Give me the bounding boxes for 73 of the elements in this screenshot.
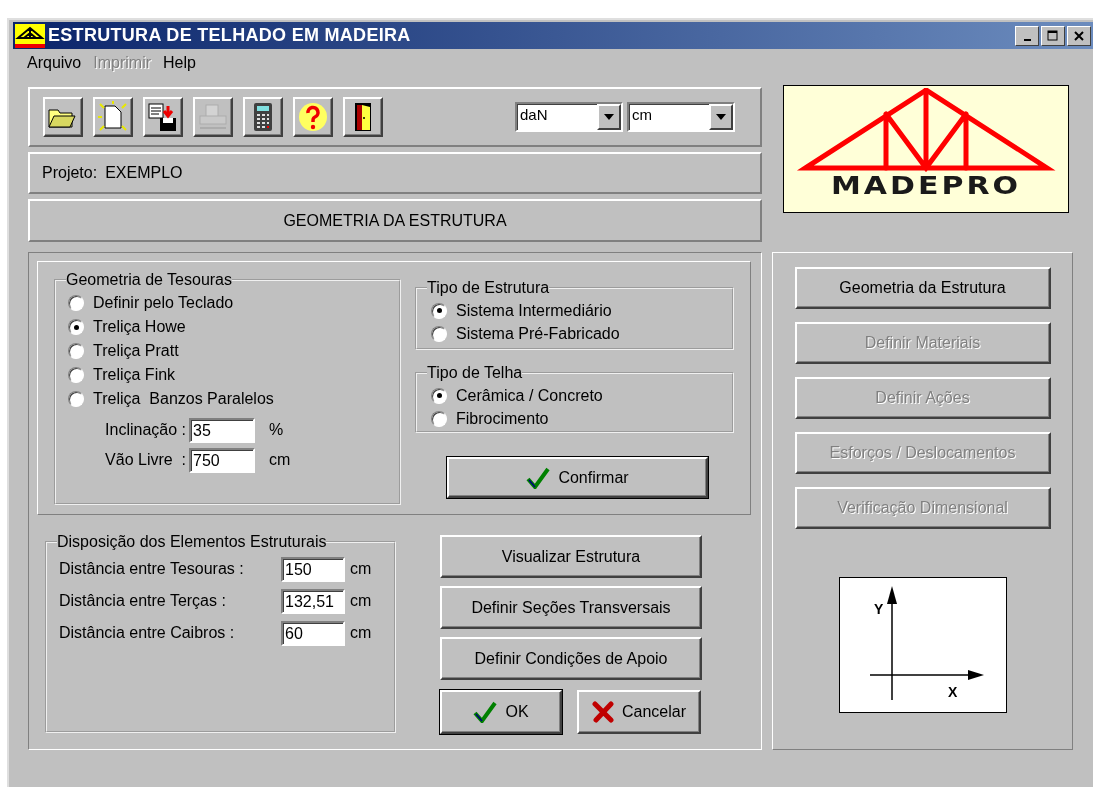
input-field[interactable]: 60 <box>281 620 345 646</box>
radio-button[interactable] <box>431 410 447 427</box>
group-title: Tipo de Telha <box>427 364 523 382</box>
action-button[interactable]: Definir Seções Transversais <box>440 586 702 629</box>
menu-item[interactable]: Arquivo <box>23 54 90 72</box>
ok-button[interactable]: OK <box>440 690 562 734</box>
toolbar-button[interactable] <box>143 97 183 137</box>
radio-button[interactable] <box>68 319 84 335</box>
checkmark-icon <box>526 466 551 489</box>
option-label: Treliça Banzos Paralelos <box>93 390 274 408</box>
maximize-icon <box>1047 29 1059 42</box>
toolbar-button[interactable] <box>243 97 283 137</box>
unit-dropdown[interactable]: cm <box>627 102 735 132</box>
menu-item[interactable]: Help <box>159 54 204 72</box>
step-button[interactable]: Geometria da Estrutura <box>794 267 1051 309</box>
project-label: Projeto: <box>42 164 98 182</box>
unit-label: cm <box>350 592 372 610</box>
action-button[interactable]: Visualizar Estrutura <box>440 535 702 578</box>
confirm-button[interactable]: Confirmar <box>447 457 708 498</box>
unit-label: % <box>269 421 284 439</box>
minimize-button[interactable] <box>1015 25 1039 46</box>
cancel-button[interactable]: Cancelar <box>577 690 701 734</box>
field-label: Inclinação : <box>104 421 186 439</box>
option-label: Treliça Howe <box>93 318 186 336</box>
checkmark-icon <box>473 701 498 723</box>
option-label: Fibrocimento <box>456 409 549 428</box>
input-field[interactable]: 132,51 <box>281 588 345 614</box>
group-title: Tipo de Estrutura <box>427 279 550 297</box>
option-label: Definir pelo Teclado <box>93 294 234 312</box>
group-title: Geometria de Tesouras <box>66 271 232 289</box>
section-title: GEOMETRIA DA ESTRUTURA <box>283 211 507 230</box>
logo-text: MADEPRO <box>830 172 1022 198</box>
question-icon <box>296 100 330 134</box>
close-icon <box>1073 29 1085 42</box>
field-label: Distância entre Terças : <box>59 592 227 610</box>
toolbar-button[interactable] <box>343 97 383 137</box>
unit-label: cm <box>269 451 291 469</box>
maximize-button[interactable] <box>1041 25 1065 46</box>
radio-button[interactable] <box>68 367 84 383</box>
radio-button[interactable] <box>431 325 447 342</box>
unit-label: cm <box>350 624 372 642</box>
input-field[interactable]: 150 <box>281 556 345 582</box>
unit-label: cm <box>350 560 372 578</box>
option-label: Cerâmica / Concreto <box>456 386 603 405</box>
action-button[interactable]: Definir Condições de Apoio <box>440 637 702 680</box>
input-field[interactable]: 750 <box>189 447 255 473</box>
radio-button[interactable] <box>68 343 84 359</box>
field-label: Distância entre Tesouras : <box>59 560 245 578</box>
unit-dropdown[interactable]: daN <box>515 102 623 132</box>
radio-button[interactable] <box>68 295 84 311</box>
option-label: Sistema Intermediário <box>456 301 612 320</box>
field-label: Vão Livre : <box>104 451 186 469</box>
toolbar-button[interactable] <box>43 97 83 137</box>
dropdown-arrow-icon <box>716 114 726 120</box>
dropdown-arrow-icon <box>604 114 614 120</box>
x-axis-label: X <box>947 684 957 700</box>
project-name: EXEMPLO <box>105 164 183 182</box>
field-label: Distância entre Caibros : <box>59 624 236 642</box>
close-button[interactable] <box>1067 25 1091 46</box>
y-axis-label: Y <box>873 601 883 617</box>
input-field[interactable]: 35 <box>189 417 255 443</box>
radio-button[interactable] <box>68 391 84 407</box>
minimize-icon <box>1023 38 1031 41</box>
option-label: Treliça Fink <box>93 366 176 384</box>
radio-button[interactable] <box>431 387 447 404</box>
option-label: Treliça Pratt <box>93 342 179 360</box>
option-label: Sistema Pré-Fabricado <box>456 324 620 343</box>
window-title: ESTRUTURA DE TELHADO EM MADEIRA <box>48 25 412 46</box>
toolbar-button[interactable] <box>293 97 333 137</box>
group-title: Disposição dos Elementos Estruturais <box>57 533 327 551</box>
cross-icon <box>592 701 614 723</box>
toolbar-button[interactable] <box>93 97 133 137</box>
app-icon <box>15 23 45 48</box>
